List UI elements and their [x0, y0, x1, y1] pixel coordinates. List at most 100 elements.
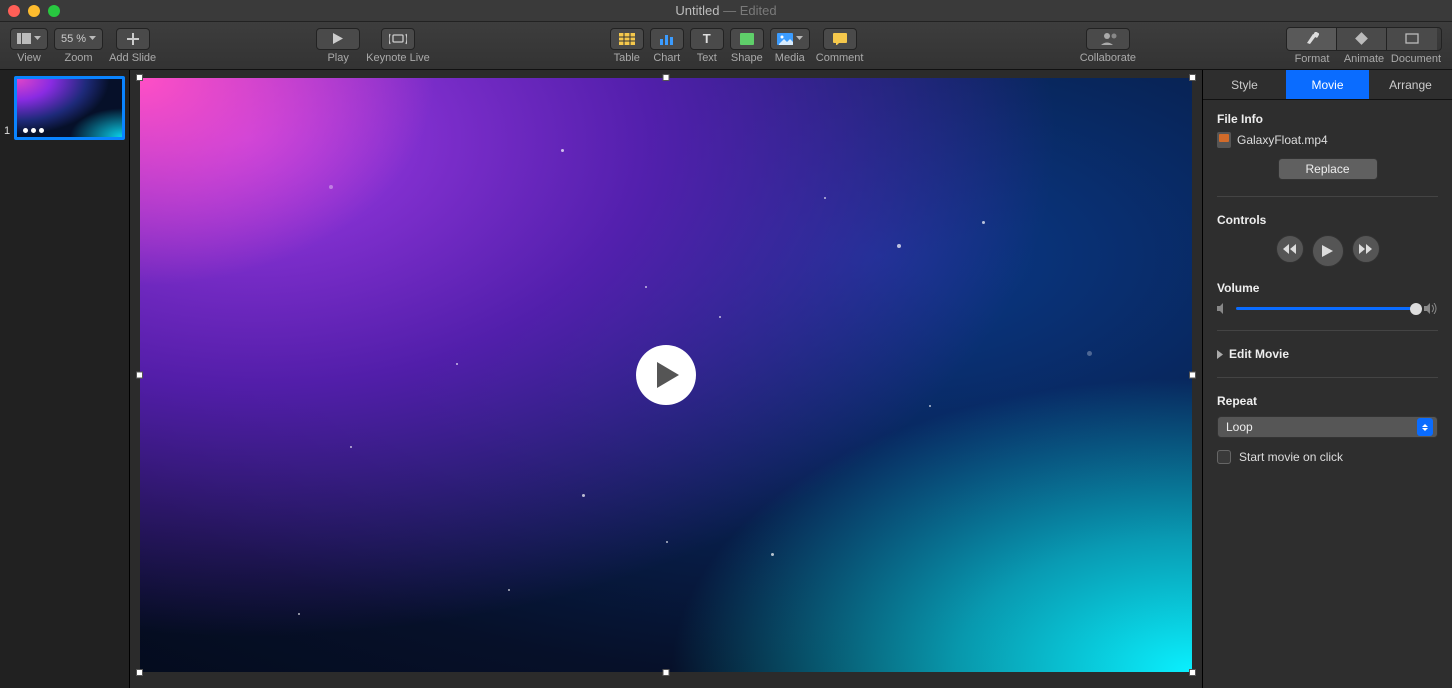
tab-arrange[interactable]: Arrange [1369, 70, 1452, 99]
media-button[interactable] [770, 28, 810, 50]
media-icon [777, 33, 793, 45]
text-button[interactable]: T [690, 28, 724, 50]
view-label: View [17, 52, 41, 64]
movie-file-icon [1217, 132, 1231, 148]
animate-diamond-icon [1355, 32, 1368, 45]
comment-icon [833, 33, 847, 45]
volume-slider-thumb[interactable] [1410, 303, 1422, 315]
play-button[interactable] [316, 28, 360, 50]
resize-handle-mr[interactable] [1189, 372, 1196, 379]
document-label: Document [1390, 53, 1442, 65]
document-title: Untitled [675, 3, 719, 18]
broadcast-icon [389, 33, 407, 45]
animate-tab-button[interactable] [1337, 28, 1387, 50]
format-label: Format [1286, 53, 1338, 65]
divider [1217, 196, 1438, 197]
minimize-window-button[interactable] [28, 5, 40, 17]
file-info-heading: File Info [1217, 112, 1438, 126]
collaborate-button[interactable] [1086, 28, 1130, 50]
keynote-live-button[interactable] [381, 28, 415, 50]
start-on-click-checkbox[interactable] [1217, 450, 1231, 464]
edit-movie-disclosure[interactable]: Edit Movie [1217, 347, 1438, 361]
controls-heading: Controls [1217, 213, 1438, 227]
chevron-down-icon [89, 36, 96, 41]
zoom-label: Zoom [64, 52, 92, 64]
table-label: Table [614, 52, 640, 64]
inspector-mode-segmented [1286, 27, 1442, 51]
speaker-low-icon [1217, 303, 1228, 314]
slide-navigator[interactable]: 1 [0, 70, 130, 688]
table-button[interactable] [610, 28, 644, 50]
resize-handle-tr[interactable] [1189, 74, 1196, 81]
keynote-live-label: Keynote Live [366, 52, 430, 64]
fast-forward-button[interactable] [1352, 235, 1380, 263]
rewind-button[interactable] [1276, 235, 1304, 263]
tab-movie[interactable]: Movie [1286, 70, 1369, 99]
resize-handle-bc[interactable] [663, 669, 670, 676]
zoom-button[interactable]: 55 % [54, 28, 103, 50]
volume-heading: Volume [1217, 281, 1438, 295]
inspector-body: File Info GalaxyFloat.mp4 Replace Contro… [1203, 100, 1452, 476]
build-indicator-icon [23, 128, 44, 133]
text-icon: T [703, 31, 711, 46]
resize-handle-br[interactable] [1189, 669, 1196, 676]
play-overlay-button[interactable] [636, 345, 696, 405]
chevron-right-icon [1217, 350, 1223, 359]
view-button[interactable] [10, 28, 48, 50]
speaker-high-icon [1424, 303, 1438, 314]
document-page-icon [1405, 33, 1419, 44]
replace-label: Replace [1305, 162, 1349, 176]
rewind-icon [1283, 244, 1296, 254]
fast-forward-icon [1359, 244, 1372, 254]
table-icon [619, 33, 635, 45]
collaborate-icon [1099, 32, 1117, 45]
add-slide-button[interactable] [116, 28, 150, 50]
collaborate-label: Collaborate [1080, 52, 1136, 64]
play-icon [653, 362, 679, 388]
repeat-value: Loop [1226, 420, 1253, 434]
fullscreen-window-button[interactable] [48, 5, 60, 17]
resize-handle-ml[interactable] [136, 372, 143, 379]
tab-style[interactable]: Style [1203, 70, 1286, 99]
slide-thumbnail[interactable] [14, 76, 125, 140]
shape-label: Shape [731, 52, 763, 64]
document-tab-button[interactable] [1387, 28, 1437, 50]
divider [1217, 330, 1438, 331]
chart-button[interactable] [650, 28, 684, 50]
text-label: Text [697, 52, 717, 64]
shape-button[interactable] [730, 28, 764, 50]
file-name: GalaxyFloat.mp4 [1237, 133, 1328, 147]
select-stepper-icon [1417, 418, 1433, 436]
shape-icon [740, 33, 754, 45]
resize-handle-tl[interactable] [136, 74, 143, 81]
navigator-icon [17, 33, 31, 44]
chevron-down-icon [34, 36, 41, 41]
format-brush-icon [1305, 32, 1319, 45]
resize-handle-bl[interactable] [136, 669, 143, 676]
comment-button[interactable] [823, 28, 857, 50]
window-title: Untitled — Edited [0, 3, 1452, 18]
repeat-select[interactable]: Loop [1217, 416, 1438, 438]
replace-button[interactable]: Replace [1278, 158, 1378, 180]
repeat-heading: Repeat [1217, 394, 1438, 408]
main-area: 1 [0, 70, 1452, 688]
play-icon [333, 33, 343, 44]
edit-movie-label: Edit Movie [1229, 347, 1289, 361]
inspector-panel: Style Movie Arrange File Info GalaxyFloa… [1202, 70, 1452, 688]
format-tab-button[interactable] [1287, 28, 1337, 50]
canvas-area[interactable] [130, 70, 1202, 688]
volume-slider[interactable] [1236, 307, 1416, 310]
chart-label: Chart [653, 52, 680, 64]
add-slide-label: Add Slide [109, 52, 156, 64]
slide-thumbnail-row[interactable]: 1 [4, 76, 125, 140]
resize-handle-tc[interactable] [663, 74, 670, 81]
start-on-click-label: Start movie on click [1239, 450, 1343, 464]
movie-object[interactable] [140, 78, 1192, 672]
play-pause-button[interactable] [1312, 235, 1344, 267]
plus-icon [127, 33, 139, 45]
close-window-button[interactable] [8, 5, 20, 17]
document-edited-indicator: — Edited [719, 3, 776, 18]
animate-label: Animate [1338, 53, 1390, 65]
chart-icon [659, 33, 675, 45]
divider [1217, 377, 1438, 378]
